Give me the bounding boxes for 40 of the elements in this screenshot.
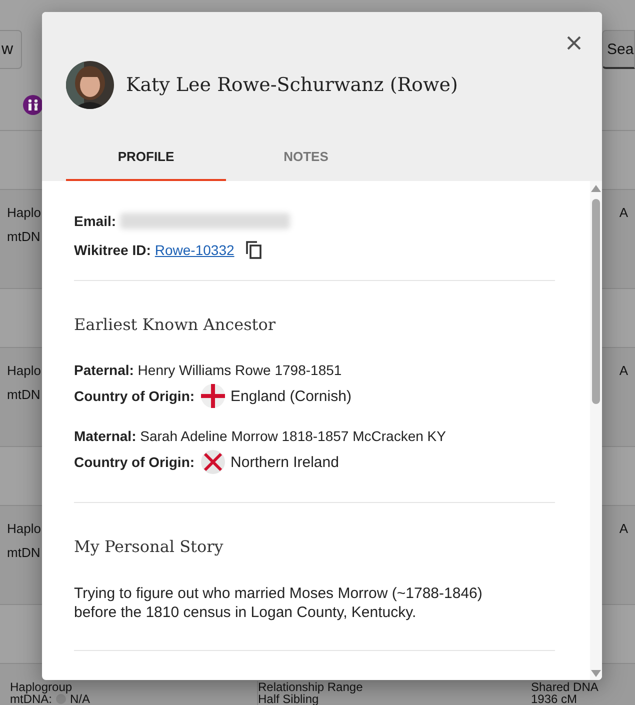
tab[interactable]: NOTES	[226, 133, 386, 181]
close-button[interactable]	[567, 36, 581, 50]
search-button[interactable]: Sea	[602, 30, 635, 69]
section-heading: Earliest Known Ancestor	[74, 315, 276, 334]
card-text: A	[619, 204, 628, 222]
card-text: Haplo	[7, 520, 41, 538]
field-label: Country of Origin:	[74, 454, 195, 470]
card-text: Haplo	[7, 204, 41, 222]
story-text: Trying to figure out who married Moses Morrow (~1788-1846) before the 1810 census in Logan County, Kentucky.	[74, 584, 484, 622]
card-text: A	[619, 362, 628, 380]
profile-link[interactable]: Rowe-10332	[154, 242, 234, 258]
country-text: England (Cornish)	[230, 388, 352, 404]
flag-icon	[200, 384, 225, 408]
card-text: mtDN	[7, 544, 41, 562]
flag-icon	[200, 450, 225, 474]
close-icon	[567, 36, 581, 50]
card-text: mtDN	[7, 386, 41, 404]
column-value: 1936 cM	[531, 693, 578, 705]
profile-name: Katy Lee Rowe-Schurwanz (Rowe)	[126, 74, 458, 96]
card-text: A	[619, 520, 628, 538]
scrollbar[interactable]	[590, 181, 602, 680]
tab[interactable]: PROFILE	[66, 133, 226, 181]
column-value: mtDNA:	[10, 693, 52, 705]
field-label: Country of Origin:	[74, 388, 195, 404]
column-heading: Relationship Range	[258, 681, 364, 693]
field-label: Email:	[74, 213, 116, 229]
card-text: Haplo	[7, 362, 41, 380]
info-text: Maternal: Sarah Adeline Morrow 1818-1857 McCracken KY	[74, 428, 447, 444]
people-icon	[23, 95, 43, 115]
column-heading: Shared DNA	[531, 681, 598, 693]
column-heading: Haplogroup	[10, 681, 74, 693]
field-label: Wikitree ID:	[74, 242, 151, 258]
column-value: N/A	[70, 693, 90, 705]
card-text: mtDN	[7, 228, 41, 246]
section-heading: My Personal Story	[74, 537, 224, 556]
copy-icon	[246, 241, 262, 259]
toolbar-button[interactable]: w	[0, 30, 22, 69]
copy-button[interactable]	[246, 241, 262, 259]
country-text: Northern Ireland	[230, 454, 339, 470]
info-text: Paternal: Henry Williams Rowe 1798-1851	[74, 362, 343, 378]
